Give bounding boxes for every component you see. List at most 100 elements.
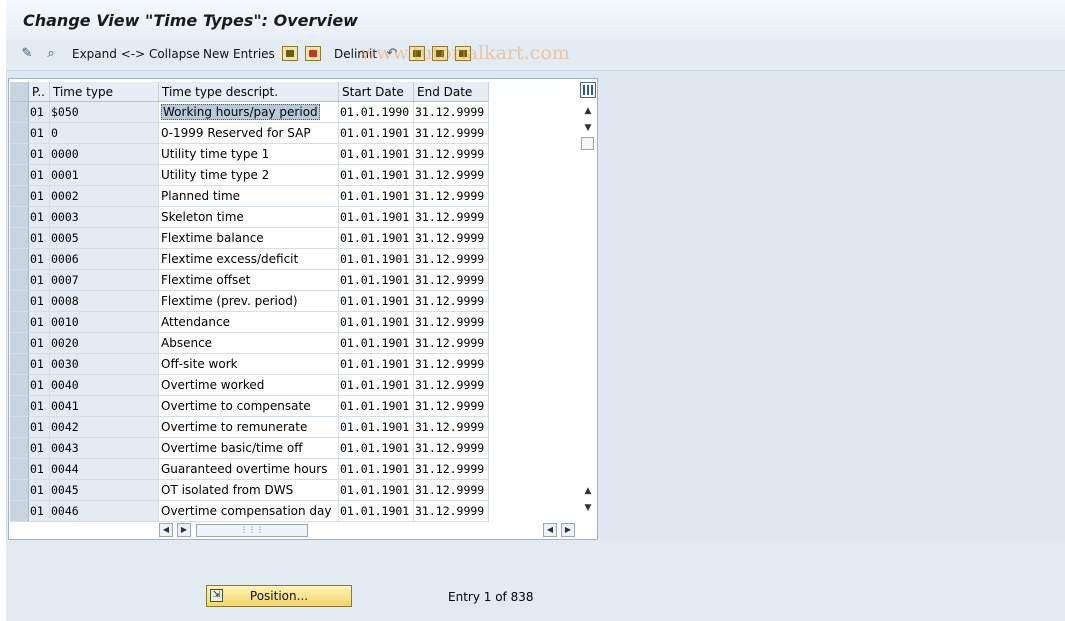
cell-start-date[interactable]: 01.01.1901 bbox=[339, 459, 414, 480]
table-row[interactable]: 01 $050 Working hours/pay period 01.01.1990… bbox=[10, 102, 490, 123]
cell-description[interactable]: Flextime offset bbox=[159, 270, 339, 291]
new-entries-button[interactable]: New Entries bbox=[203, 47, 275, 61]
table-row[interactable]: 01 0020 Absence 01.01.1901 31.12.9999 bbox=[10, 333, 490, 354]
scroll-far-left-icon[interactable]: ◀ bbox=[543, 523, 557, 537]
cell-p[interactable]: 01 bbox=[29, 312, 50, 333]
horizontal-scroll-thumb[interactable]: ⋮⋮⋮ bbox=[196, 524, 308, 537]
cell-time-type[interactable]: 0030 bbox=[50, 354, 159, 375]
cell-time-type[interactable]: 0 bbox=[50, 123, 159, 144]
cell-time-type[interactable]: 0008 bbox=[50, 291, 159, 312]
row-selector[interactable] bbox=[10, 333, 29, 354]
cell-description[interactable]: Guaranteed overtime hours bbox=[159, 459, 339, 480]
cell-end-date[interactable]: 31.12.9999 bbox=[414, 438, 489, 459]
row-selector[interactable] bbox=[10, 102, 29, 123]
cell-start-date[interactable]: 01.01.1901 bbox=[339, 165, 414, 186]
table-row[interactable]: 01 0 0-1999 Reserved for SAP 01.01.1901 31.1… bbox=[10, 123, 490, 144]
cell-start-date[interactable]: 01.01.1901 bbox=[339, 417, 414, 438]
cell-start-date[interactable]: 01.01.1901 bbox=[339, 207, 414, 228]
cell-time-type[interactable]: 0001 bbox=[50, 165, 159, 186]
table-row[interactable]: 01 0007 Flextime offset 01.01.1901 31.12.999… bbox=[10, 270, 490, 291]
column-header-start-date[interactable]: Start Date bbox=[339, 82, 414, 102]
column-header-description[interactable]: Time type descript. bbox=[159, 82, 339, 102]
cell-description[interactable]: Overtime worked bbox=[159, 375, 339, 396]
cell-description[interactable]: Planned time bbox=[159, 186, 339, 207]
cell-end-date[interactable]: 31.12.9999 bbox=[414, 480, 489, 501]
cell-p[interactable]: 01 bbox=[29, 228, 50, 249]
cell-start-date[interactable]: 01.01.1901 bbox=[339, 354, 414, 375]
cell-time-type[interactable]: 0020 bbox=[50, 333, 159, 354]
cell-p[interactable]: 01 bbox=[29, 270, 50, 291]
cell-end-date[interactable]: 31.12.9999 bbox=[414, 207, 489, 228]
cell-p[interactable]: 01 bbox=[29, 249, 50, 270]
scroll-thumb[interactable] bbox=[581, 137, 594, 150]
cell-end-date[interactable]: 31.12.9999 bbox=[414, 375, 489, 396]
cell-description[interactable]: Skeleton time bbox=[159, 207, 339, 228]
row-selector[interactable] bbox=[10, 396, 29, 417]
cell-p[interactable]: 01 bbox=[29, 438, 50, 459]
row-selector[interactable] bbox=[10, 438, 29, 459]
table-row[interactable]: 01 0008 Flextime (prev. period) 01.01.1901 3… bbox=[10, 291, 490, 312]
cell-end-date[interactable]: 31.12.9999 bbox=[414, 228, 489, 249]
scroll-up-icon[interactable]: ▲ bbox=[580, 103, 596, 119]
pencil-glasses-icon[interactable]: ✎ bbox=[19, 46, 35, 62]
cell-start-date[interactable]: 01.01.1901 bbox=[339, 249, 414, 270]
cell-p[interactable]: 01 bbox=[29, 480, 50, 501]
row-selector[interactable] bbox=[10, 186, 29, 207]
cell-start-date[interactable]: 01.01.1901 bbox=[339, 123, 414, 144]
copy-icon[interactable] bbox=[282, 46, 298, 61]
cell-end-date[interactable]: 31.12.9999 bbox=[414, 270, 489, 291]
cell-p[interactable]: 01 bbox=[29, 333, 50, 354]
delete-icon[interactable] bbox=[305, 46, 321, 61]
table-row[interactable]: 01 0001 Utility time type 2 01.01.1901 31.12… bbox=[10, 165, 490, 186]
cell-start-date[interactable]: 01.01.1901 bbox=[339, 270, 414, 291]
cell-p[interactable]: 01 bbox=[29, 354, 50, 375]
table-row[interactable]: 01 0002 Planned time 01.01.1901 31.12.9999 bbox=[10, 186, 490, 207]
cell-end-date[interactable]: 31.12.9999 bbox=[414, 459, 489, 480]
cell-start-date[interactable]: 01.01.1901 bbox=[339, 228, 414, 249]
table-row[interactable]: 01 0043 Overtime basic/time off 01.01.1901 3… bbox=[10, 438, 490, 459]
cell-end-date[interactable]: 31.12.9999 bbox=[414, 354, 489, 375]
scroll-right-icon[interactable]: ▶ bbox=[177, 523, 191, 537]
cell-time-type[interactable]: 0000 bbox=[50, 144, 159, 165]
row-selector[interactable] bbox=[10, 417, 29, 438]
table-row[interactable]: 01 0003 Skeleton time 01.01.1901 31.12.9999 bbox=[10, 207, 490, 228]
cell-time-type[interactable]: 0044 bbox=[50, 459, 159, 480]
cell-description[interactable]: OT isolated from DWS bbox=[159, 480, 339, 501]
row-selector[interactable] bbox=[10, 270, 29, 291]
cell-description[interactable]: Flextime balance bbox=[159, 228, 339, 249]
cell-description[interactable]: 0-1999 Reserved for SAP bbox=[159, 123, 339, 144]
cell-start-date[interactable]: 01.01.1901 bbox=[339, 438, 414, 459]
cell-p[interactable]: 01 bbox=[29, 207, 50, 228]
table-row[interactable]: 01 0006 Flextime excess/deficit 01.01.1901 3… bbox=[10, 249, 490, 270]
row-selector[interactable] bbox=[10, 459, 29, 480]
cell-description[interactable]: Overtime to compensate bbox=[159, 396, 339, 417]
cell-p[interactable]: 01 bbox=[29, 459, 50, 480]
cell-end-date[interactable]: 31.12.9999 bbox=[414, 144, 489, 165]
cell-description[interactable]: Flextime (prev. period) bbox=[159, 291, 339, 312]
cell-description[interactable]: Utility time type 1 bbox=[159, 144, 339, 165]
cell-description[interactable]: Flextime excess/deficit bbox=[159, 249, 339, 270]
cell-end-date[interactable]: 31.12.9999 bbox=[414, 291, 489, 312]
row-selector[interactable] bbox=[10, 312, 29, 333]
scroll-page-down-icon[interactable]: ▼ bbox=[580, 500, 596, 516]
cell-time-type[interactable]: 0042 bbox=[50, 417, 159, 438]
cell-p[interactable]: 01 bbox=[29, 417, 50, 438]
column-header-p[interactable]: P.. bbox=[29, 82, 50, 102]
cell-description[interactable]: Attendance bbox=[159, 312, 339, 333]
table-row[interactable]: 01 0042 Overtime to remunerate 01.01.1901 31… bbox=[10, 417, 490, 438]
row-selector[interactable] bbox=[10, 144, 29, 165]
table-row[interactable]: 01 0000 Utility time type 1 01.01.1901 31.12… bbox=[10, 144, 490, 165]
cell-start-date[interactable]: 01.01.1901 bbox=[339, 291, 414, 312]
table-row[interactable]: 01 0040 Overtime worked 01.01.1901 31.12.999… bbox=[10, 375, 490, 396]
cell-time-type[interactable]: 0046 bbox=[50, 501, 159, 522]
row-selector[interactable] bbox=[10, 228, 29, 249]
cell-start-date[interactable]: 01.01.1901 bbox=[339, 375, 414, 396]
cell-end-date[interactable]: 31.12.9999 bbox=[414, 312, 489, 333]
cell-time-type[interactable]: 0045 bbox=[50, 480, 159, 501]
table-row[interactable]: 01 0010 Attendance 01.01.1901 31.12.9999 bbox=[10, 312, 490, 333]
table-row[interactable]: 01 0030 Off-site work 01.01.1901 31.12.9999 bbox=[10, 354, 490, 375]
table-row[interactable]: 01 0045 OT isolated from DWS 01.01.1901 31.1… bbox=[10, 480, 490, 501]
cell-description[interactable]: Working hours/pay period bbox=[159, 102, 339, 123]
find-icon[interactable]: ⌕ bbox=[43, 46, 59, 62]
column-header-time-type[interactable]: Time type bbox=[50, 82, 159, 102]
